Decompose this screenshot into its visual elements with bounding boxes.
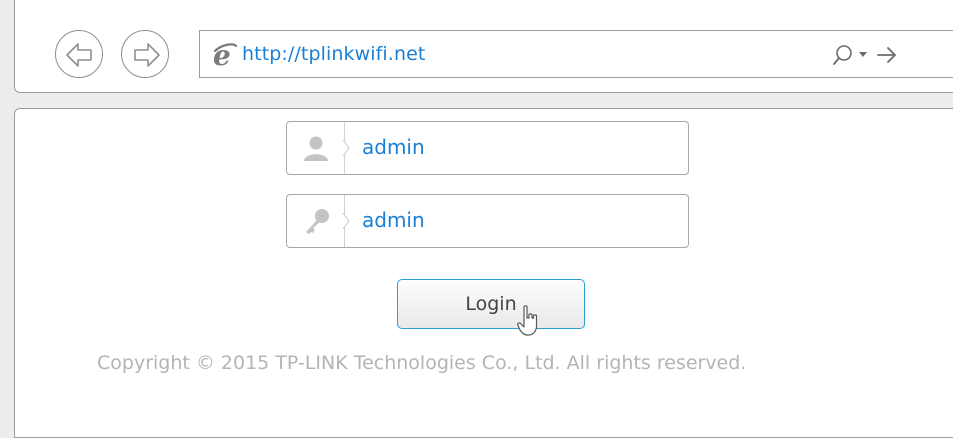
login-page: admin admin Login Copyright © 2015 TP-LI…	[14, 108, 953, 438]
chevron-right-icon	[342, 212, 350, 230]
back-button[interactable]	[55, 30, 103, 78]
address-bar[interactable]: e http://tplinkwifi.net	[199, 30, 953, 78]
browser-toolbar: e http://tplinkwifi.net	[14, 0, 953, 93]
go-arrow-icon[interactable]	[876, 44, 898, 66]
username-icon-box	[287, 122, 345, 174]
back-arrow-icon	[66, 43, 92, 67]
username-field[interactable]: admin	[286, 121, 689, 175]
url-text[interactable]: http://tplinkwifi.net	[242, 43, 425, 65]
search-icon[interactable]	[832, 43, 854, 67]
key-icon	[306, 209, 329, 234]
password-icon-box	[287, 195, 345, 247]
password-field[interactable]: admin	[286, 194, 689, 248]
username-value[interactable]: admin	[362, 135, 425, 159]
ie-logo-icon: e	[213, 42, 238, 68]
forward-button[interactable]	[121, 30, 169, 78]
pointer-cursor-icon	[517, 305, 538, 336]
forward-arrow-icon	[134, 43, 160, 67]
dropdown-icon[interactable]	[858, 51, 868, 59]
login-button[interactable]: Login	[397, 279, 585, 329]
password-value[interactable]: admin	[362, 208, 425, 232]
chevron-right-icon	[342, 139, 350, 157]
copyright-text: Copyright © 2015 TP-LINK Technologies Co…	[97, 352, 747, 374]
user-icon	[304, 136, 328, 161]
